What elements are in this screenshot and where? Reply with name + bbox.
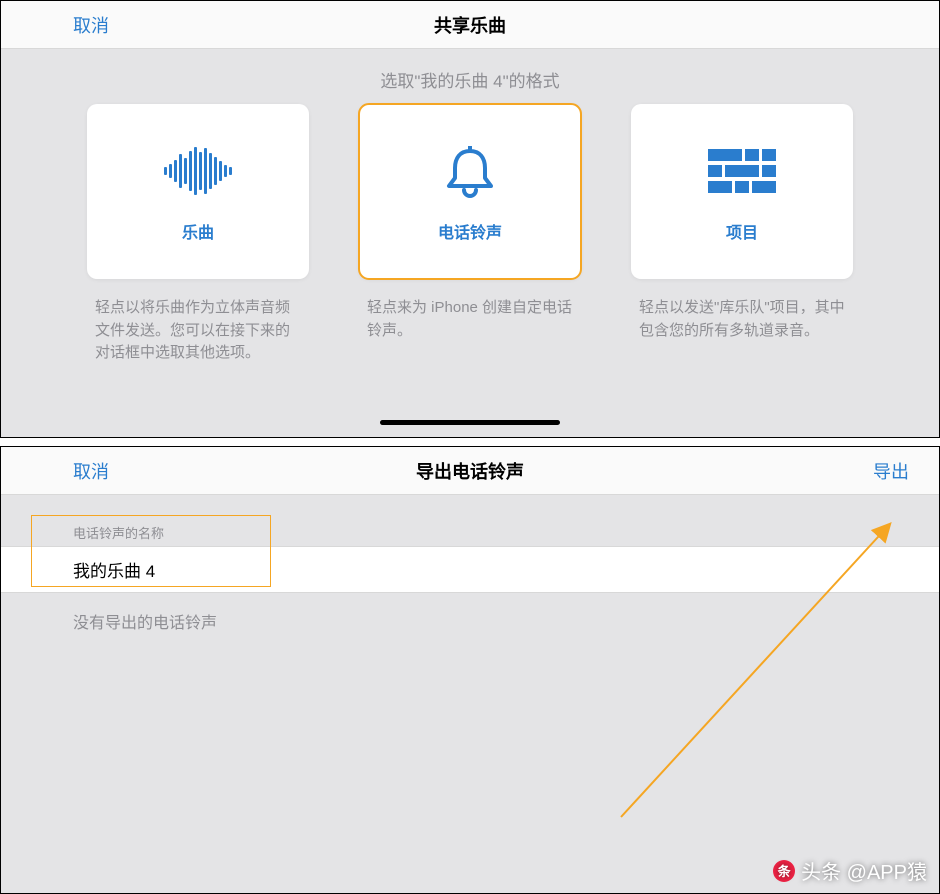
- card-song-label: 乐曲: [182, 219, 214, 243]
- ringtone-name-label: 电话铃声的名称: [1, 519, 939, 546]
- panel-title: 导出电话铃声: [416, 458, 524, 484]
- export-ringtone-panel: 取消 导出电话铃声 导出 电话铃声的名称 我的乐曲 4 没有导出的电话铃声 条 …: [0, 446, 940, 894]
- card-project-desc: 轻点以发送"库乐队"项目，其中包含您的所有多轨道录音。: [631, 297, 853, 342]
- card-ringtone-wrap: 电话铃声 轻点来为 iPhone 创建自定电话铃声。: [359, 104, 581, 365]
- card-project-wrap: 项目 轻点以发送"库乐队"项目，其中包含您的所有多轨道录音。: [631, 104, 853, 365]
- waveform-icon: [164, 141, 232, 201]
- card-ringtone[interactable]: 电话铃声: [359, 104, 581, 279]
- card-song[interactable]: 乐曲: [87, 104, 309, 279]
- card-ringtone-label: 电话铃声: [438, 219, 502, 243]
- cancel-button[interactable]: 取消: [73, 458, 109, 484]
- no-export-note: 没有导出的电话铃声: [1, 593, 939, 633]
- watermark: 条 头条 @APP猿: [773, 856, 927, 885]
- watermark-icon: 条: [773, 860, 795, 882]
- header: 取消 导出电话铃声 导出: [1, 447, 939, 495]
- format-subtitle: 选取"我的乐曲 4"的格式: [1, 67, 939, 92]
- home-indicator: [380, 420, 560, 425]
- share-song-panel: 取消 共享乐曲 选取"我的乐曲 4"的格式 乐曲 轻点以将乐曲作为立体声音频文件…: [0, 0, 940, 438]
- card-song-wrap: 乐曲 轻点以将乐曲作为立体声音频文件发送。您可以在接下来的对话框中选取其他选项。: [87, 104, 309, 365]
- card-project-label: 项目: [726, 219, 758, 243]
- export-button[interactable]: 导出: [873, 458, 909, 484]
- bell-icon: [442, 141, 498, 201]
- format-cards: 乐曲 轻点以将乐曲作为立体声音频文件发送。您可以在接下来的对话框中选取其他选项。…: [1, 104, 939, 365]
- header: 取消 共享乐曲: [1, 1, 939, 49]
- card-ringtone-desc: 轻点来为 iPhone 创建自定电话铃声。: [359, 297, 581, 342]
- cancel-button[interactable]: 取消: [73, 12, 109, 38]
- card-song-desc: 轻点以将乐曲作为立体声音频文件发送。您可以在接下来的对话框中选取其他选项。: [87, 297, 309, 365]
- ringtone-name-input[interactable]: 我的乐曲 4: [1, 546, 939, 593]
- watermark-text: 头条 @APP猿: [801, 856, 927, 885]
- card-project[interactable]: 项目: [631, 104, 853, 279]
- ringtone-name-block: 电话铃声的名称 我的乐曲 4 没有导出的电话铃声: [1, 519, 939, 633]
- tracks-icon: [708, 141, 776, 201]
- panel-title: 共享乐曲: [434, 12, 506, 38]
